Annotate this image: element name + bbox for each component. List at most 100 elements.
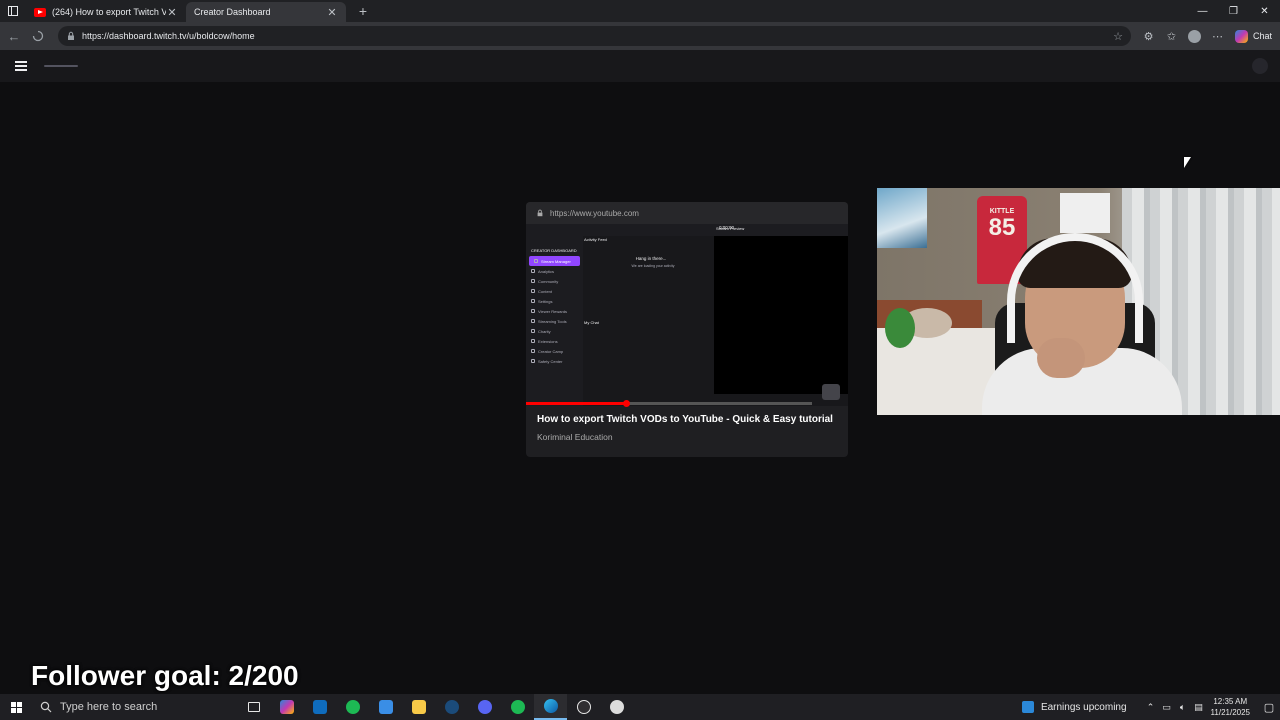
favorite-star-icon[interactable]: ☆ [1113, 30, 1123, 43]
wall-poster [1060, 193, 1110, 233]
other-app-icon[interactable] [600, 694, 633, 720]
inner-sidebar-header: CREATOR DASHBOARD [531, 248, 577, 253]
user-avatar[interactable] [1252, 58, 1268, 74]
inner-sidebar-item: Stream Manager [529, 256, 580, 266]
discord-icon[interactable] [468, 694, 501, 720]
inner-sidebar-item: Safety Center [526, 356, 583, 366]
lock-icon [68, 31, 74, 40]
video-progress-bar[interactable] [526, 400, 812, 407]
steam-icon[interactable] [435, 694, 468, 720]
channel-watermark-icon [822, 384, 840, 400]
news-widget[interactable]: Earnings upcoming [1021, 701, 1127, 713]
follower-goal-overlay: Follower goal: 2/200 [31, 660, 299, 691]
tab-creator-dashboard[interactable]: Creator Dashboard ✕ [186, 2, 346, 22]
miniplayer-url-row: https://www.youtube.com [526, 202, 848, 224]
new-tab-icon[interactable]: + [352, 3, 374, 19]
inner-preview-label: Stream Preview [716, 226, 745, 231]
start-button[interactable] [0, 694, 32, 720]
spotify-2-icon[interactable] [501, 694, 534, 720]
inner-sidebar-item: Settings [526, 296, 583, 306]
volume-icon[interactable]: 🔈︎ [1175, 702, 1191, 713]
youtube-favicon-icon [34, 7, 46, 17]
jersey-number: 85 [988, 214, 1016, 241]
notification-icon[interactable]: ▢ [1258, 701, 1280, 714]
window-controls: — ❐ ✕ [1187, 0, 1280, 22]
inner-loading-sub: We are loading your activity [631, 264, 675, 268]
inner-sidebar-item: Streaming Tools [526, 316, 583, 326]
inner-sidebar-item: Viewer Rewards [526, 306, 583, 316]
video-inner-sidebar: CREATOR DASHBOARD Stream Manager Analyti… [526, 224, 583, 406]
channel-name[interactable]: Koriminal Education [537, 432, 837, 442]
windows-logo-icon [10, 701, 22, 713]
copilot-chat-button[interactable]: Chat [1235, 29, 1273, 43]
clock-date: 11/21/2025 [1210, 708, 1250, 717]
store-icon[interactable] [369, 694, 402, 720]
dashboard-content: https://www.youtube.com 0:00:00 CREATOR … [0, 82, 1280, 690]
wave-poster [877, 188, 927, 248]
mouse-cursor-icon [1184, 157, 1191, 168]
inner-sidebar-item: Analytics [526, 266, 583, 276]
minimize-icon[interactable]: — [1187, 0, 1218, 22]
inner-sidebar-item: Community [526, 276, 583, 286]
edge-icon[interactable] [534, 694, 567, 720]
url-text[interactable]: https://dashboard.twitch.tv/u/boldcow/ho… [82, 31, 1113, 41]
inner-activity-label: Activity Feed [584, 237, 607, 242]
taskbar-search[interactable]: Type here to search [32, 694, 227, 720]
chevron-up-icon[interactable]: ⌃ [1143, 702, 1159, 713]
clock-time: 12:35 AM [1213, 697, 1248, 706]
inner-sidebar-item: Charity [526, 326, 583, 336]
inner-sidebar-item: Extensions [526, 336, 583, 346]
restore-icon[interactable]: ❐ [1218, 0, 1249, 22]
inner-loading-title: Hang in there... [635, 256, 667, 261]
profile-icon[interactable] [1183, 25, 1206, 47]
omnibox[interactable]: https://dashboard.twitch.tv/u/boldcow/ho… [58, 26, 1131, 46]
miniplayer-video[interactable]: 0:00:00 CREATOR DASHBOARD Stream Manager… [526, 224, 848, 407]
news-icon [1021, 701, 1034, 713]
tab-youtube[interactable]: (264) How to export Twitch V ✕ [26, 2, 186, 22]
favorites-icon[interactable]: ✩ [1160, 25, 1183, 47]
tab-close-icon[interactable]: ✕ [326, 6, 338, 19]
close-window-icon[interactable]: ✕ [1249, 0, 1280, 22]
tab-actions-icon[interactable] [0, 0, 26, 22]
system-tray: Earnings upcoming ⌃ ▭ 🔈︎ ▤ 12:35 AM 11/2… [1021, 694, 1280, 720]
search-placeholder: Type here to search [60, 701, 158, 713]
loading-placeholder [44, 65, 78, 67]
copilot-app-icon[interactable] [270, 694, 303, 720]
address-bar-row: ← https://dashboard.twitch.tv/u/boldcow/… [0, 22, 1280, 50]
spotify-icon[interactable] [336, 694, 369, 720]
obs-icon[interactable] [567, 694, 600, 720]
extensions-icon[interactable]: ⚙ [1137, 25, 1160, 47]
inner-sidebar-item: Creator Camp [526, 346, 583, 356]
tab-title: Creator Dashboard [194, 7, 271, 17]
toolbar-icons: ⚙ ✩ ⋯ [1137, 25, 1229, 47]
video-inner-stream-preview: Stream Preview [714, 226, 848, 394]
video-inner-activity: Activity Feed Hang in there... We are lo… [583, 236, 713, 406]
miniplayer-meta: How to export Twitch VODs to YouTube - Q… [526, 406, 848, 457]
youtube-miniplayer[interactable]: https://www.youtube.com 0:00:00 CREATOR … [526, 202, 848, 457]
lock-icon [537, 209, 543, 217]
inner-sidebar-item: Content [526, 286, 583, 296]
tab-close-icon[interactable]: ✕ [166, 6, 178, 19]
miniplayer-url: https://www.youtube.com [550, 208, 639, 218]
clock[interactable]: 12:35 AM 11/21/2025 [1211, 696, 1250, 718]
taskbar-apps [237, 694, 633, 720]
search-icon [40, 701, 52, 713]
video-title[interactable]: How to export Twitch VODs to YouTube - Q… [537, 414, 837, 425]
progress-played [526, 402, 627, 405]
hamburger-menu-icon[interactable] [15, 61, 27, 71]
chat-label: Chat [1253, 31, 1273, 41]
file-explorer-icon[interactable] [402, 694, 435, 720]
windows-taskbar: Type here to search Earnings upcoming ⌃ … [0, 694, 1280, 720]
network-icon[interactable]: ▭ [1159, 702, 1175, 713]
person-hand [1037, 338, 1085, 378]
more-menu-icon[interactable]: ⋯ [1206, 25, 1229, 47]
copilot-icon [1235, 29, 1248, 43]
dashboard-header [0, 50, 1280, 82]
language-icon[interactable]: ▤ [1191, 702, 1207, 713]
back-icon[interactable]: ← [2, 24, 26, 48]
loading-spinner-icon[interactable] [26, 24, 50, 48]
webcam-feed: KITTLE 85 [877, 188, 1280, 415]
outlook-icon[interactable] [303, 694, 336, 720]
task-view-icon[interactable] [237, 694, 270, 720]
plush-toy-green [885, 308, 915, 348]
